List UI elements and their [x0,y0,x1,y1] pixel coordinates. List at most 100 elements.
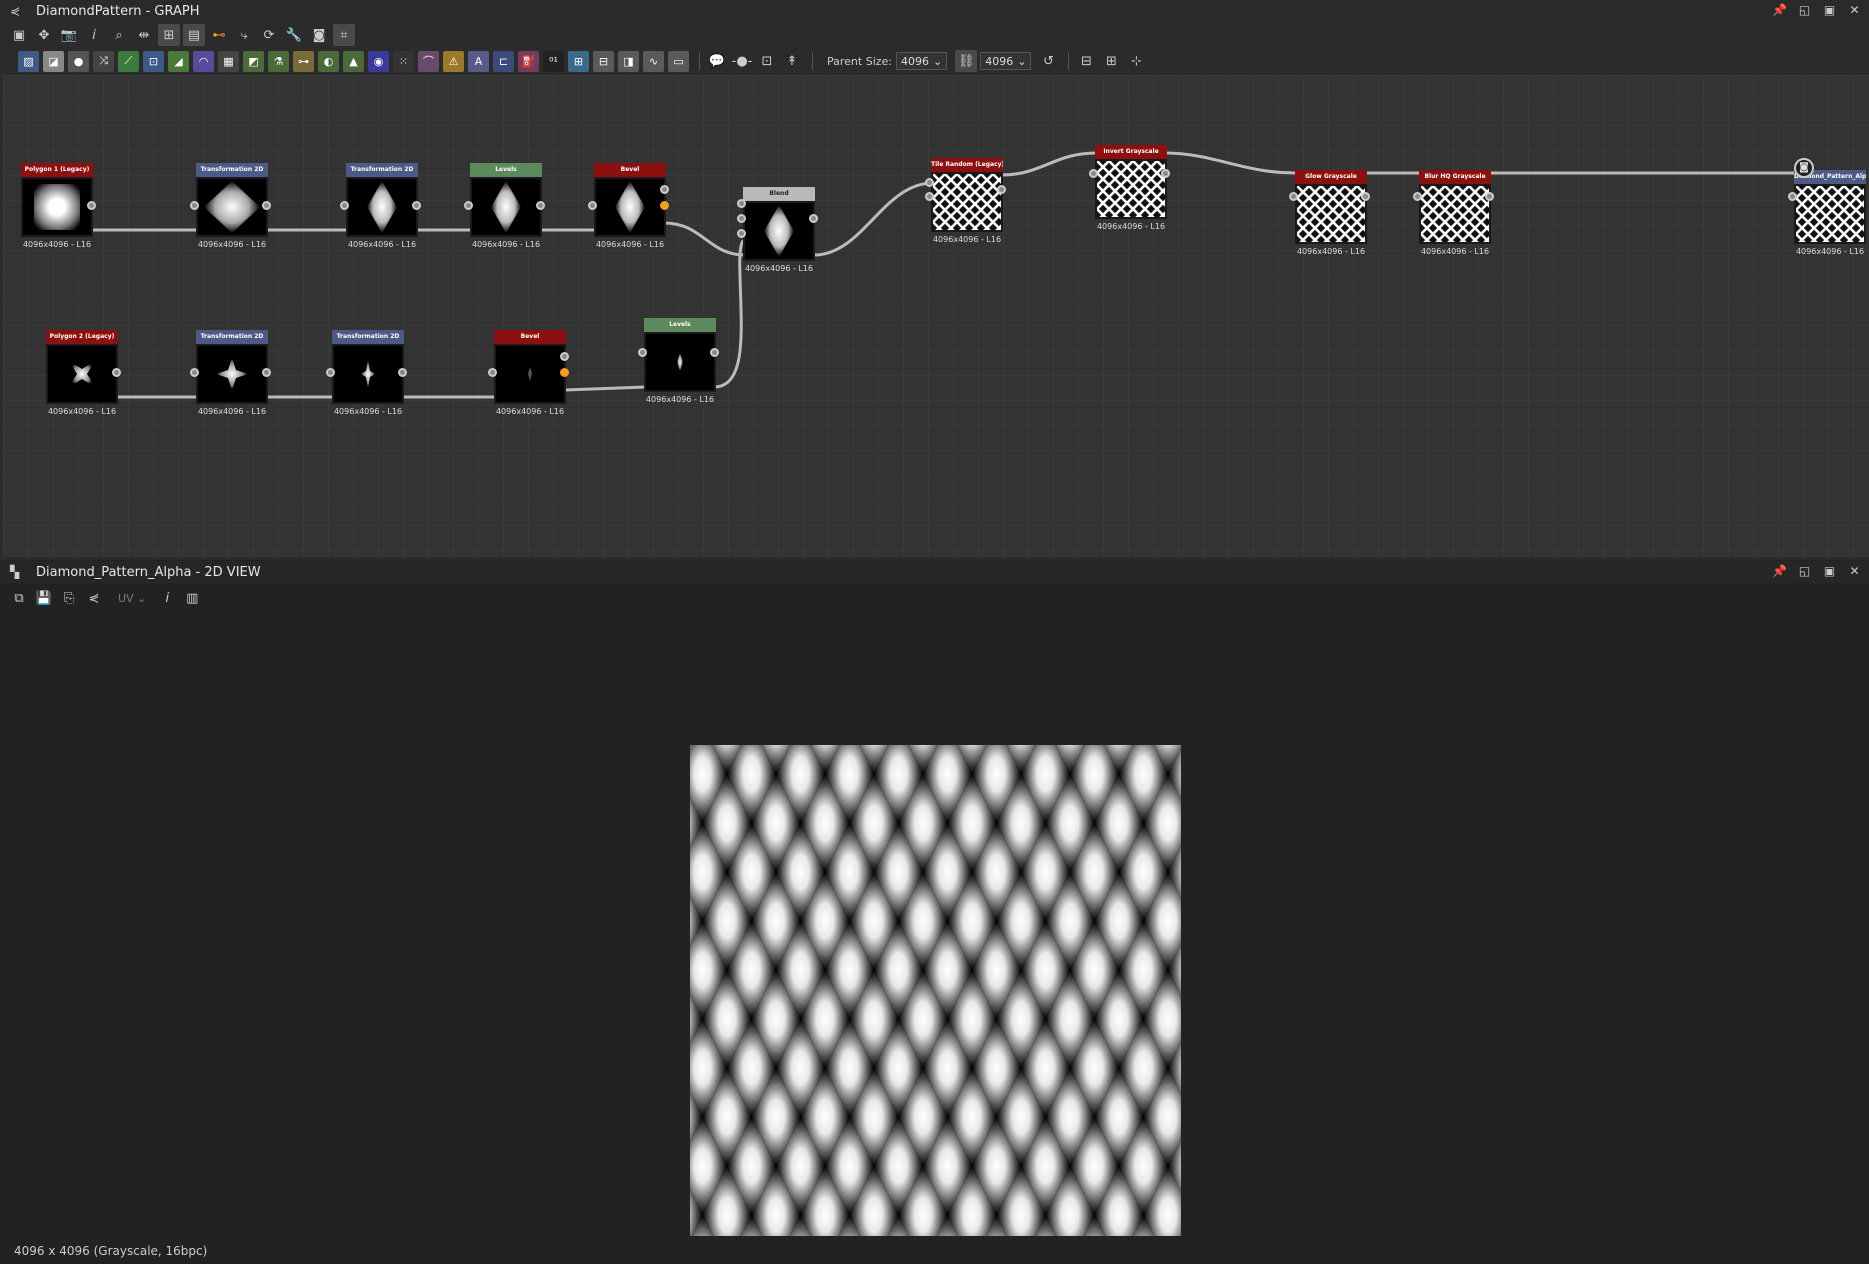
input-port[interactable] [588,201,597,210]
output-port[interactable] [112,368,121,377]
output-port[interactable] [1361,192,1370,201]
noise-icon[interactable]: ⁙ [393,50,414,72]
input-port[interactable] [488,368,497,377]
parent-width-select[interactable]: 4096 ⌄ [896,52,948,70]
input-port[interactable] [1788,192,1797,201]
gradient-icon[interactable]: ◢ [168,50,189,72]
copy-icon[interactable]: ⎘ [58,587,80,609]
text-icon[interactable]: A [468,50,489,72]
frame-all-icon[interactable]: ▣ [8,24,30,46]
maximize-icon[interactable]: ▣ [1821,563,1838,580]
output-port[interactable] [412,201,421,210]
normal-icon[interactable]: ⊞ [568,50,589,72]
output-port[interactable] [262,368,271,377]
route-icon[interactable]: ⤷ [233,24,255,46]
blend-icon[interactable]: ◩ [243,50,264,72]
share-icon[interactable]: ⋞ [83,587,105,609]
snap-grid-icon[interactable]: ⌗ [333,24,355,46]
crop-icon[interactable]: ⊏ [493,50,514,72]
layout-icon[interactable]: ⊞ [158,24,180,46]
uniform-color-icon[interactable]: ● [68,50,89,72]
curve-icon[interactable]: ⟋ [118,50,139,72]
input-port[interactable] [190,201,199,210]
output-port[interactable] [536,201,545,210]
transform-icon[interactable]: ⊡ [143,50,164,72]
output-port[interactable] [660,185,669,194]
uv-select[interactable]: UV ⌄ [118,592,146,605]
input-port[interactable] [1089,169,1098,178]
shuffle-icon[interactable]: ⤨ [93,50,114,72]
node-transformation-2d-1[interactable]: Transformation 2D 4096x4096 - L16 [190,163,271,249]
snap-icon[interactable]: ⊹ [1125,50,1147,72]
levels-icon[interactable]: ▲ [343,50,364,72]
input-port[interactable] [190,368,199,377]
output-port-normal[interactable] [560,368,569,377]
node-invert-grayscale[interactable]: Invert Grayscale 4096x4096 - L16 [1089,145,1170,231]
input-port[interactable] [925,178,934,187]
node-blend[interactable]: Blend 4096x4096 - L16 [737,187,818,273]
align-horizontal-icon[interactable]: ⊟ [1075,50,1097,72]
grid-icon[interactable]: ▤ [183,24,205,46]
reroute-icon[interactable]: -●- [731,50,753,72]
output-port[interactable] [710,348,719,357]
fill-icon[interactable]: ⛽ [518,50,539,72]
node-blur-hq-grayscale[interactable]: Blur HQ Grayscale 4096x4096 - L16 [1413,170,1494,256]
connect-icon[interactable]: ⊷ [208,24,230,46]
tile-icon[interactable]: ▦ [218,50,239,72]
close-icon[interactable]: ✕ [1846,2,1863,19]
node-transformation-2d-2[interactable]: Transformation 2D 4096x4096 - L16 [340,163,421,249]
node-transformation-2d-4[interactable]: Transformation 2D 4096x4096 - L16 [326,330,407,416]
grayscale-icon[interactable]: ◐ [318,50,339,72]
bitmap-icon[interactable]: ▨ [18,50,39,72]
warp-icon[interactable]: ◠ [193,50,214,72]
node-transformation-2d-3[interactable]: Transformation 2D 4096x4096 - L16 [190,330,271,416]
output-port[interactable] [262,201,271,210]
output-port[interactable] [997,185,1006,194]
close-icon[interactable]: ✕ [1846,563,1863,580]
filter-icon[interactable]: ⚗ [268,50,289,72]
refresh-icon[interactable]: ⟳ [258,24,280,46]
hsl-icon[interactable]: ◉ [368,50,389,72]
output-port[interactable] [87,201,96,210]
link-nodes-icon[interactable]: ⇹ [133,24,155,46]
input-port[interactable] [638,348,647,357]
input-port-foreground[interactable] [737,199,746,208]
camera-icon[interactable]: 📷 [58,24,80,46]
info-icon[interactable]: i [83,24,105,46]
float-icon[interactable]: ◱ [1796,563,1813,580]
reset-size-icon[interactable]: ↺ [1037,50,1059,72]
edge-detect-icon[interactable]: ⌒ [418,50,439,72]
info-icon[interactable]: i [156,587,178,609]
output-icon[interactable]: ⊡ [756,50,778,72]
search-icon[interactable]: ⌕ [108,24,130,46]
warning-icon[interactable]: ⚠ [443,50,464,72]
output-port[interactable] [398,368,407,377]
node-levels-1[interactable]: Levels 4096x4096 - L16 [464,163,545,249]
emboss-icon[interactable]: ◨ [618,50,639,72]
graph-canvas[interactable]: Polygon 1 (Legacy) 4096x4096 - L16 Trans… [3,75,1869,557]
save-icon[interactable]: 💾 [33,587,55,609]
pin-icon[interactable]: 📌 [1771,2,1788,19]
maximize-icon[interactable]: ▣ [1821,2,1838,19]
histogram-icon[interactable]: ▥ [181,587,203,609]
view-mode-icon[interactable]: ⧉ [8,587,30,609]
frame-icon[interactable]: ▭ [668,50,689,72]
pin-node-icon[interactable]: ↟ [781,50,803,72]
node-levels-2[interactable]: Levels 4096x4096 - L16 [638,318,719,404]
parent-height-select[interactable]: 4096 ⌄ [980,52,1032,70]
output-port[interactable] [1161,169,1170,178]
output-port[interactable] [1485,192,1494,201]
output-port[interactable] [809,214,818,223]
node-bevel-1[interactable]: Bevel 4096x4096 - L16 [588,163,669,249]
input-port[interactable] [326,368,335,377]
node-polygon-1[interactable]: Polygon 1 (Legacy) 4096x4096 - L16 [21,163,96,249]
input-port[interactable] [464,201,473,210]
pixel-processor-icon[interactable]: ⊶ [293,50,314,72]
node-glow-grayscale[interactable]: Glow Grayscale 4096x4096 - L16 [1289,170,1370,256]
snapshot-icon[interactable]: ◙ [308,24,330,46]
distance-icon[interactable]: ⊟ [593,50,614,72]
align-vertical-icon[interactable]: ⊞ [1100,50,1122,72]
output-port[interactable] [560,352,569,361]
input-port[interactable] [1289,192,1298,201]
fx-map-icon[interactable]: ⁰¹ [543,50,564,72]
